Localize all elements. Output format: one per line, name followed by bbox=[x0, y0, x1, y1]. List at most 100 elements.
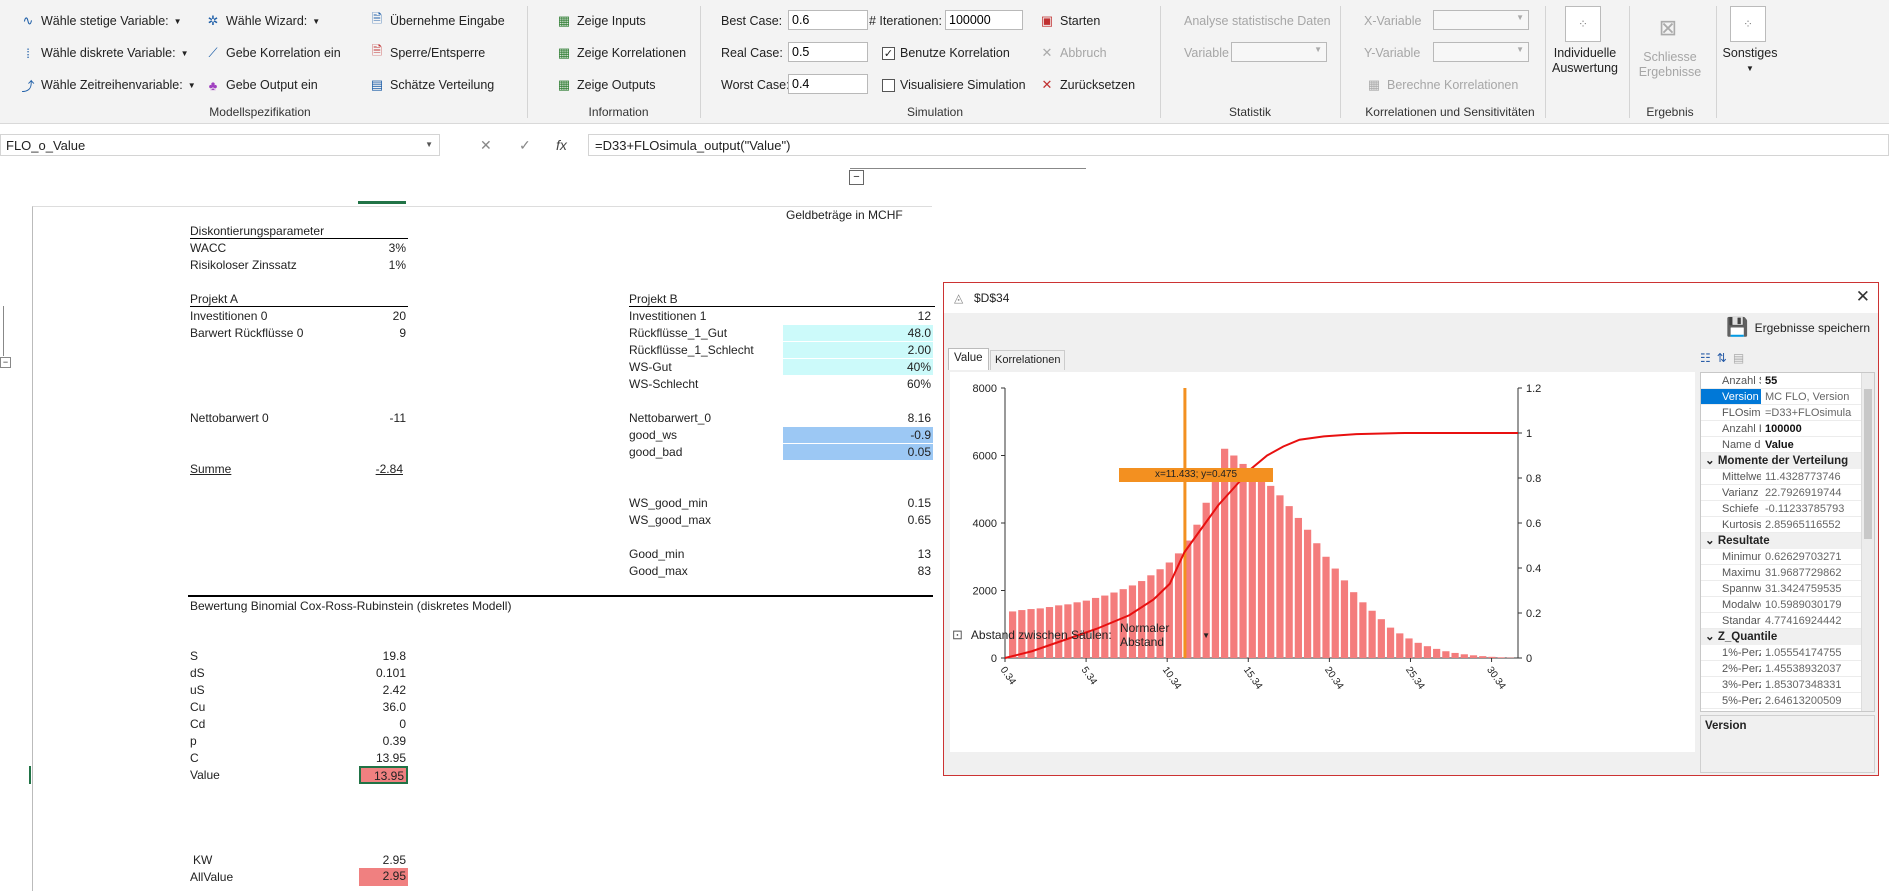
compute-correlations-button[interactable]: ▦ Berechne Korrelationen bbox=[1366, 75, 1519, 95]
x-tick-label: 20.34 bbox=[1322, 665, 1346, 692]
property-row[interactable]: Minimum 0.62629703271 bbox=[1701, 549, 1874, 565]
formula-input[interactable]: =D33+FLOsimula_output("Value") bbox=[588, 134, 1889, 156]
histogram-bar bbox=[1294, 517, 1302, 658]
visualize-simulation-checkbox[interactable]: Visualisiere Simulation bbox=[882, 75, 1026, 95]
variable-select[interactable]: ▼ bbox=[1231, 42, 1327, 62]
property-row[interactable]: Anzahl Säulen 55 bbox=[1701, 373, 1874, 389]
lock-unlock-button[interactable]: 🗎 Sperre/Entsperre bbox=[369, 43, 485, 63]
scrollbar[interactable] bbox=[1861, 373, 1874, 711]
y-tick-label: 6000 bbox=[973, 451, 997, 463]
property-row[interactable]: Name der Value bbox=[1701, 437, 1874, 453]
cell-label: WS_good_min bbox=[629, 496, 708, 510]
property-row[interactable]: 5%-Perzen 2.64613200509 bbox=[1701, 693, 1874, 709]
property-row[interactable]: Mittelwert 11.4328773746 bbox=[1701, 469, 1874, 485]
accept-input-button[interactable]: 🗎 Übernehme Eingabe bbox=[369, 11, 505, 31]
property-row[interactable]: 2%-Perzen 1.45538932037 bbox=[1701, 661, 1874, 677]
individual-evaluation-button[interactable]: Individuelle Auswertung bbox=[1545, 46, 1625, 76]
function-icon[interactable]: fx bbox=[556, 137, 567, 153]
confirm-icon[interactable]: ✓ bbox=[519, 137, 531, 154]
property-row[interactable]: Maximum 31.9687729862 bbox=[1701, 565, 1874, 581]
enter-correlation-button[interactable]: ⟋ Gebe Korrelation ein bbox=[205, 43, 340, 63]
analyse-data-button[interactable]: Analyse statistische Daten bbox=[1184, 14, 1331, 28]
tab-value[interactable]: Value bbox=[948, 348, 989, 370]
property-row[interactable]: Schiefe -0.11233785793 bbox=[1701, 501, 1874, 517]
use-correlation-checkbox[interactable]: ✓ Benutze Korrelation bbox=[882, 43, 1010, 63]
document-icon: 🗎 bbox=[371, 11, 383, 26]
property-value: 55 bbox=[1765, 375, 1778, 387]
property-value: 100000 bbox=[1765, 423, 1802, 435]
categorized-icon[interactable]: ☷ bbox=[1700, 351, 1711, 365]
results-dialog: ◬ $D$34 ✕ 💾 Ergebnisse speichern Value K… bbox=[943, 282, 1879, 776]
cell-value: 2.95 bbox=[382, 853, 406, 867]
cell-value: -0.9 bbox=[783, 427, 933, 443]
property-category[interactable]: ⌄ Z_Quantile bbox=[1701, 629, 1874, 645]
property-key: Kurtosis bbox=[1722, 519, 1761, 531]
save-results-button[interactable]: 💾 Ergebnisse speichern bbox=[1726, 317, 1870, 338]
property-row[interactable]: Anzahl Iter 100000 bbox=[1701, 421, 1874, 437]
misc-button[interactable]: Sonstiges bbox=[1720, 46, 1780, 60]
property-category[interactable]: ⌄ Momente der Verteilung bbox=[1701, 453, 1874, 469]
divider bbox=[1160, 6, 1161, 118]
show-correlations-button[interactable]: ▦ Zeige Korrelationen bbox=[556, 43, 686, 63]
worst-case-input[interactable] bbox=[788, 74, 868, 94]
property-row[interactable]: Spannweite 31.3424759535 bbox=[1701, 581, 1874, 597]
property-row[interactable]: Modalwert 10.5989030179 bbox=[1701, 597, 1874, 613]
name-box[interactable]: FLO_o_Value ▼ bbox=[0, 134, 440, 156]
property-row[interactable]: FLOsimula =D33+FLOsimula bbox=[1701, 405, 1874, 421]
show-inputs-button[interactable]: ▦ Zeige Inputs bbox=[556, 11, 646, 31]
cell-label: good_ws bbox=[629, 428, 678, 442]
group-label-statistik: Statistik bbox=[1228, 105, 1271, 119]
property-row[interactable]: Kurtosis 2.85965116552 bbox=[1701, 517, 1874, 533]
expand-rows-button[interactable]: − bbox=[0, 357, 11, 368]
tab-korrelationen[interactable]: Korrelationen bbox=[990, 350, 1066, 370]
bar-spacing-select[interactable]: Normaler Abstand ▼ bbox=[1120, 621, 1210, 649]
reset-button[interactable]: ✕ Zurücksetzen bbox=[1039, 75, 1135, 95]
histogram-bar bbox=[1433, 648, 1441, 658]
show-outputs-button[interactable]: ▦ Zeige Outputs bbox=[556, 75, 656, 95]
row-selection-indicator bbox=[29, 766, 31, 784]
property-value: Value bbox=[1765, 439, 1794, 451]
iterations-input[interactable] bbox=[945, 10, 1023, 30]
outline-bar bbox=[850, 168, 1086, 169]
estimate-distribution-button[interactable]: ▤ Schätze Verteilung bbox=[369, 75, 494, 95]
property-row[interactable]: Version MC FLO, Version bbox=[1701, 389, 1874, 405]
worksheet: Geldbeträge in MCHF Diskontierungsparame… bbox=[32, 206, 935, 891]
histogram-bar bbox=[1423, 646, 1432, 658]
wizard-button[interactable]: ✲ Wähle Wizard: ▼ bbox=[205, 11, 321, 31]
start-button[interactable]: ▣ Starten bbox=[1039, 11, 1100, 31]
property-row[interactable]: 3%-Perzen 1.85307348331 bbox=[1701, 677, 1874, 693]
property-row[interactable]: Varianz 22.7926919744 bbox=[1701, 485, 1874, 501]
cell-value: 83 bbox=[917, 564, 931, 578]
x-variable-select[interactable]: ▼ bbox=[1433, 10, 1529, 30]
select-timeseries-variable-button[interactable]: ⤴ Wähle Zeitreihenvariable: ▼ bbox=[20, 75, 195, 95]
property-category[interactable]: ⌄ Resultate bbox=[1701, 533, 1874, 549]
property-key: Anzahl Iter bbox=[1722, 423, 1761, 435]
histogram-bar bbox=[1386, 627, 1395, 658]
zoom-icon[interactable]: ⊡ bbox=[952, 627, 963, 643]
enter-output-button[interactable]: ♣ Gebe Output ein bbox=[205, 75, 318, 95]
close-results-button[interactable]: Schliesse Ergebnisse bbox=[1632, 50, 1708, 80]
y-variable-select[interactable]: ▼ bbox=[1433, 42, 1529, 62]
chevron-down-icon: ▼ bbox=[1516, 45, 1524, 54]
best-case-input[interactable] bbox=[788, 10, 868, 30]
x-tick-label: 25.34 bbox=[1403, 665, 1427, 692]
property-key: Mittelwert bbox=[1722, 471, 1761, 483]
property-row[interactable]: Standardab 4.77416924442 bbox=[1701, 613, 1874, 629]
property-row[interactable]: 1%-Perzen 1.05554174755 bbox=[1701, 645, 1874, 661]
crr-title: Bewertung Binomial Cox-Ross-Rubinstein (… bbox=[190, 599, 512, 613]
cancel-icon[interactable]: ✕ bbox=[480, 137, 492, 154]
real-case-input[interactable] bbox=[788, 42, 868, 62]
selected-cell-value[interactable]: 13.95 bbox=[359, 766, 408, 784]
category-label: Resultate bbox=[1717, 535, 1770, 547]
close-icon[interactable]: ✕ bbox=[1856, 287, 1870, 307]
select-continuous-variable-button[interactable]: ∿ Wähle stetige Variable: ▼ bbox=[20, 11, 182, 31]
abort-button[interactable]: ✕ Abbruch bbox=[1039, 43, 1107, 63]
sort-az-icon[interactable]: ⇅ bbox=[1717, 351, 1727, 365]
cell-value: 0.39 bbox=[382, 734, 406, 748]
pages-icon[interactable]: ▤ bbox=[1733, 351, 1744, 365]
scroll-thumb[interactable] bbox=[1864, 389, 1872, 539]
select-discrete-variable-button[interactable]: ⁞ Wähle diskrete Variable: ▼ bbox=[20, 43, 188, 63]
property-grid[interactable]: Anzahl Säulen 55 Version MC FLO, Version FLO… bbox=[1700, 372, 1875, 712]
collapse-group-button[interactable]: − bbox=[849, 170, 864, 185]
group-label-simulation: Simulation bbox=[906, 105, 964, 119]
